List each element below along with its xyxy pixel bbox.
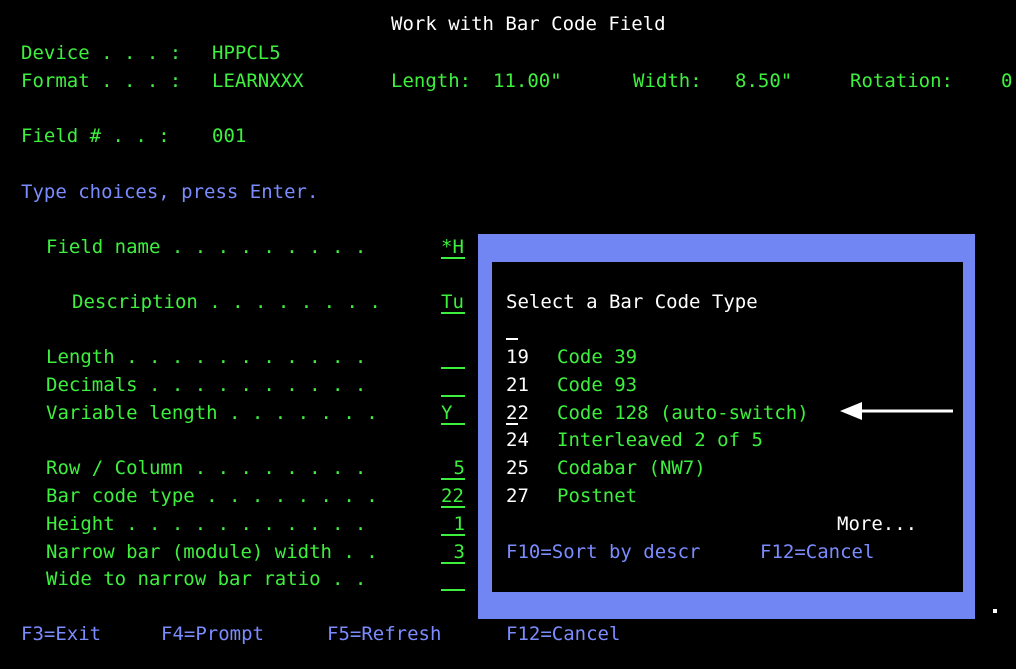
field-name-input[interactable]: *H <box>441 235 465 259</box>
f12-cancel-key[interactable]: F12=Cancel <box>506 622 620 646</box>
narrow-bar-width-label: Narrow bar (module) width . . <box>46 541 378 563</box>
option-code-22[interactable]: 22 <box>506 401 529 425</box>
instruction-text: Type choices, press Enter. <box>21 181 319 203</box>
f3-exit-key[interactable]: F3=Exit <box>21 622 101 646</box>
option-label-postnet[interactable]: Postnet <box>557 484 637 508</box>
format-value: LEARNXXX <box>212 70 304 92</box>
selection-cursor[interactable] <box>506 338 518 340</box>
f4-prompt-key[interactable]: F4=Prompt <box>161 622 264 646</box>
option-label-interleaved[interactable]: Interleaved 2 of 5 <box>557 428 763 452</box>
arrow-left-icon <box>840 402 953 420</box>
wide-narrow-ratio-label: Wide to narrow bar ratio . . <box>46 568 367 590</box>
option-code-24[interactable]: 24 <box>506 428 529 452</box>
rotation-value: 0 <box>1001 70 1013 92</box>
format-label: Format . . . : <box>21 70 182 92</box>
page-width-value: 8.50" <box>735 70 793 92</box>
wide-narrow-ratio-input[interactable] <box>441 567 465 591</box>
popup-f10-sort[interactable]: F10=Sort by descr <box>506 540 700 564</box>
decimals-label: Decimals . . . . . . . . . . <box>46 374 367 396</box>
option-code-19[interactable]: 19 <box>506 345 529 369</box>
description-label: Description . . . . . . . . <box>72 291 381 313</box>
page-length-value: 11.00" <box>493 70 562 92</box>
bar-code-type-label: Bar code type . . . . . . . . <box>46 485 378 507</box>
option-label-code-128[interactable]: Code 128 (auto-switch) <box>557 401 809 425</box>
option-label-codabar[interactable]: Codabar (NW7) <box>557 456 706 480</box>
variable-length-label: Variable length . . . . . . . <box>46 402 378 424</box>
rotation-label: Rotation: <box>850 70 953 92</box>
page-width-label: Width: <box>633 70 702 92</box>
row-column-input[interactable]: 5 <box>441 456 465 480</box>
option-code-25[interactable]: 25 <box>506 456 529 480</box>
popup-f12-cancel[interactable]: F12=Cancel <box>760 540 874 564</box>
height-input[interactable]: 1 <box>441 512 465 536</box>
variable-length-input[interactable]: Y <box>441 401 465 425</box>
description-input[interactable]: Tu <box>441 290 465 314</box>
row-column-label: Row / Column . . . . . . . . <box>46 457 367 479</box>
option-label-code-93[interactable]: Code 93 <box>557 373 637 397</box>
option-cursor-marker <box>506 423 518 425</box>
popup-title: Select a Bar Code Type <box>506 291 758 313</box>
height-label: Height . . . . . . . . . . . <box>46 513 367 535</box>
option-code-27[interactable]: 27 <box>506 484 529 508</box>
screen-title: Work with Bar Code Field <box>391 13 666 35</box>
bar-code-type-input[interactable]: 22 <box>441 484 465 508</box>
more-indicator: More... <box>837 513 918 535</box>
page-length-label: Length: <box>391 70 472 92</box>
decimals-input[interactable] <box>441 373 465 397</box>
device-label: Device . . . : <box>21 42 182 64</box>
option-code-21[interactable]: 21 <box>506 373 529 397</box>
f5-refresh-key[interactable]: F5=Refresh <box>327 622 441 646</box>
length-input[interactable] <box>441 345 465 369</box>
narrow-bar-width-input[interactable]: 3 <box>441 540 465 564</box>
field-number-value: 001 <box>212 125 247 147</box>
field-name-label: Field name . . . . . . . . . <box>46 236 367 258</box>
option-label-code-39[interactable]: Code 39 <box>557 345 637 369</box>
field-number-label: Field # . . : <box>21 125 170 147</box>
device-value: HPPCL5 <box>212 42 281 64</box>
length-label: Length . . . . . . . . . . . <box>46 346 367 368</box>
cursor-dot <box>993 609 997 613</box>
